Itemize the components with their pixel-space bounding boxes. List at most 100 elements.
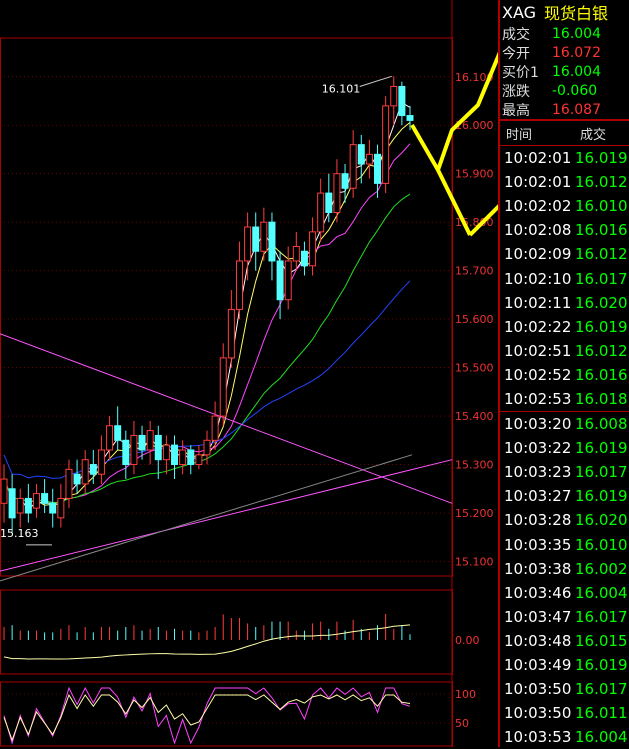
candle-body (154, 434, 162, 461)
quote-panel: XAG 现货白银 成交 16.004 今开 16.072 买价1 16.004 涨跌 -0.0… (498, 0, 629, 747)
candle-body (24, 497, 32, 514)
stat-label: 今开 (502, 45, 530, 62)
trade-time: 10:03:22 (504, 439, 572, 458)
trade-time: 10:03:23 (504, 463, 572, 482)
trade-row: 10:02:10 16.017 (500, 266, 629, 290)
trade-time: 10:02:09 (504, 245, 572, 264)
candle-body (106, 425, 114, 451)
candle-body (130, 434, 138, 466)
candle-body (333, 173, 341, 213)
trade-time: 10:02:08 (504, 221, 572, 240)
candle-body (146, 430, 154, 451)
trades-header: 时间 成交 (500, 119, 629, 146)
trade-time: 10:03:27 (504, 487, 572, 506)
candle-body (406, 115, 414, 121)
trade-time: 10:02:51 (504, 341, 572, 360)
trade-row: 10:03:38 16.002 (500, 557, 629, 581)
stat-label: 最高 (502, 102, 530, 119)
stat-value: -0.060 (552, 82, 598, 99)
candle-body (325, 192, 333, 213)
trade-row: 10:03:28 16.020 (500, 508, 629, 532)
candle-body (32, 493, 40, 509)
trade-row: 10:02:01 16.019 (500, 146, 629, 170)
trade-price: 16.011 (575, 704, 628, 723)
candle-body (309, 231, 317, 267)
candle-body (195, 454, 203, 466)
low-label: 15.163 (0, 527, 39, 540)
y-tick-label: 15.100 (455, 555, 494, 568)
candle-body (187, 449, 195, 466)
trade-price: 16.008 (575, 415, 628, 434)
trade-time: 10:02:52 (504, 365, 572, 384)
instrument-code: XAG (502, 2, 537, 22)
trade-price: 16.012 (575, 173, 628, 192)
candle-body (227, 308, 235, 359)
trade-row: 10:03:49 16.019 (500, 653, 629, 677)
candle-body (89, 464, 97, 475)
candle-body (138, 434, 146, 451)
candle-body (179, 449, 187, 466)
candle-body (317, 192, 325, 233)
trade-row: 10:02:01 16.012 (500, 170, 629, 194)
col-time: 时间 (506, 127, 533, 143)
trade-price: 16.020 (575, 293, 628, 312)
high-label: 16.101 (322, 82, 361, 95)
candle-body (374, 153, 382, 184)
candle-body (398, 85, 406, 117)
trade-time: 10:03:53 (504, 728, 572, 747)
volume-pane-frame (0, 589, 453, 675)
candle-body (211, 415, 219, 441)
trade-price: 16.015 (575, 631, 628, 650)
y-tick-label: 15.200 (455, 507, 494, 520)
candle-body (114, 425, 122, 441)
trade-row: 10:02:51 16.012 (500, 339, 629, 363)
trade-time: 10:03:48 (504, 631, 572, 650)
instrument-name: 现货白银 (544, 4, 609, 23)
trade-price: 16.004 (575, 583, 628, 602)
candle-body (276, 260, 284, 301)
stat-value: 16.087 (552, 101, 601, 118)
candle-body (365, 153, 373, 165)
candle-body (171, 444, 179, 466)
trades-list[interactable]: 10:02:01 16.019 10:02:01 16.012 10:02:02 16.0… (500, 146, 629, 749)
candle-body (203, 439, 211, 456)
trade-time: 10:03:35 (504, 535, 572, 554)
trade-time: 10:03:50 (504, 704, 572, 723)
stat-value: 16.004 (552, 63, 601, 80)
volume-tick-label: 0.00 (455, 634, 480, 647)
candle-body (382, 105, 390, 184)
candle-body (390, 85, 398, 107)
trade-row: 10:02:53 16.018 (500, 387, 629, 413)
candle-body (284, 260, 292, 301)
trade-time: 10:02:01 (504, 149, 572, 168)
trade-price: 16.012 (575, 341, 628, 360)
trade-time: 10:02:22 (504, 317, 572, 336)
trade-row: 10:03:22 16.019 (500, 436, 629, 460)
trade-time: 10:03:38 (504, 559, 572, 578)
trade-row: 10:03:23 16.017 (500, 460, 629, 484)
drawn-arrow-up (410, 51, 498, 172)
trade-time: 10:03:20 (504, 415, 572, 434)
trade-row: 10:03:50 16.017 (500, 677, 629, 701)
trade-time: 10:02:02 (504, 197, 572, 216)
indicator-tick-label: 50 (455, 717, 469, 730)
y-tick-label: 15.900 (455, 168, 494, 181)
trade-row: 10:02:09 16.012 (500, 242, 629, 266)
trade-row: 10:02:02 16.010 (500, 194, 629, 218)
trade-time: 10:02:53 (504, 389, 572, 408)
trade-time: 10:02:01 (504, 173, 572, 192)
candle-body (97, 449, 105, 475)
trade-row: 10:03:35 16.010 (500, 533, 629, 557)
stat-label: 成交 (502, 26, 530, 43)
trade-price: 16.016 (575, 221, 628, 240)
trade-price: 16.017 (575, 680, 628, 699)
candle-body (235, 260, 243, 310)
stat-row: 今开 16.072 (500, 43, 629, 62)
kline-chart: 16.10016.00015.90015.80015.70015.60015.5… (0, 0, 498, 747)
candle-body (300, 250, 308, 267)
trade-row: 10:03:48 16.015 (500, 629, 629, 653)
col-price: 成交 (580, 127, 607, 143)
y-tick-label: 15.600 (455, 313, 494, 326)
trade-price: 16.010 (575, 535, 628, 554)
trade-price: 16.004 (575, 728, 628, 747)
